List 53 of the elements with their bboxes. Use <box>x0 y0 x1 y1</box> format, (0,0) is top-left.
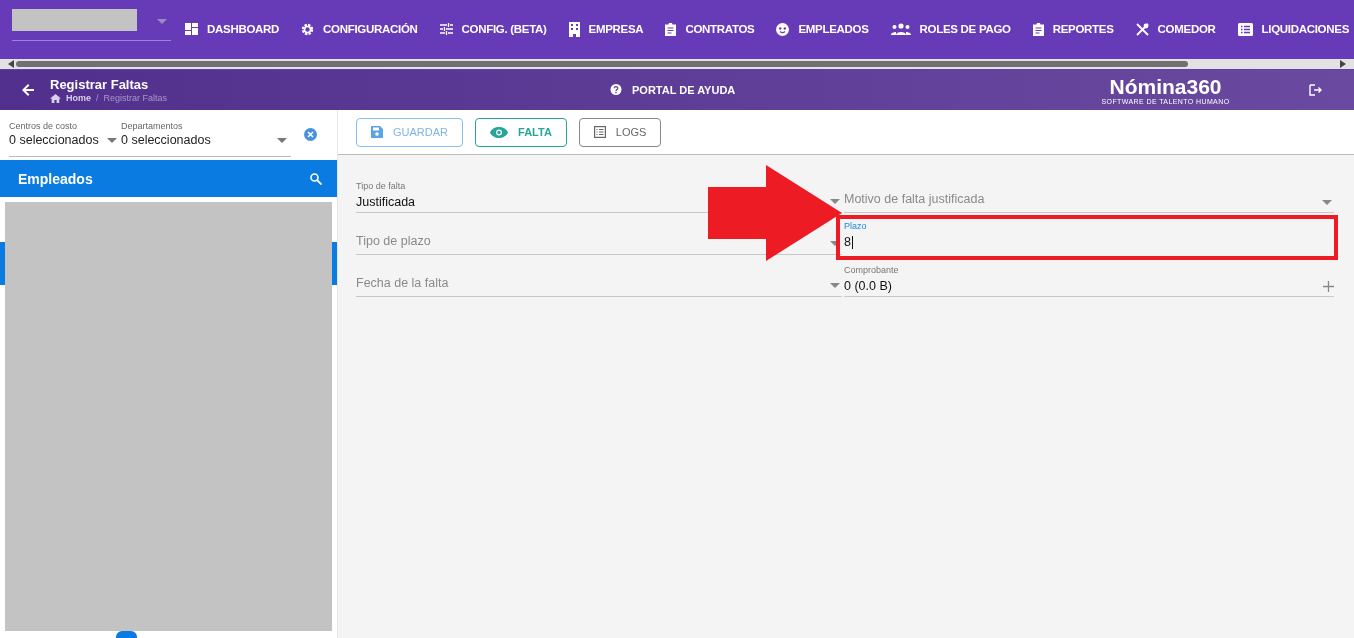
menu-item-icon <box>1237 22 1253 36</box>
nav-menu-item[interactable]: EMPLEADOS <box>776 22 869 36</box>
caret-icon <box>830 283 840 288</box>
add-icon[interactable] <box>1323 280 1334 292</box>
nav-menu-item[interactable]: CONFIG. (BETA) <box>439 23 547 35</box>
caret-icon <box>1322 199 1332 205</box>
menu-item-icon <box>1135 22 1149 36</box>
menu-item-icon <box>890 23 911 35</box>
employees-title: Empleados <box>18 170 93 187</box>
caret-icon <box>157 19 167 24</box>
page-title: Registrar Faltas <box>50 77 150 92</box>
nav-menu-item[interactable]: CONFIGURACIÓN <box>301 22 418 36</box>
breadcrumb-link[interactable]: Home <box>66 93 91 103</box>
nav-menu-item[interactable]: CONTRATOS <box>665 22 755 36</box>
help-icon <box>610 84 622 96</box>
list-icon <box>593 126 606 138</box>
company-select[interactable] <box>12 11 171 41</box>
menu-item-icon <box>185 23 198 35</box>
eye-icon <box>490 126 508 138</box>
input-field[interactable]: Plazo 8 <box>836 215 1338 260</box>
help-portal-link[interactable]: PORTAL DE AYUDA <box>610 84 1098 96</box>
breadcrumb-separator: / <box>96 93 99 103</box>
filter-select[interactable]: Departamentos 0 seleccionados <box>121 121 291 156</box>
menu-item-icon <box>301 22 315 36</box>
nav-menu-item[interactable]: REPORTES <box>1032 22 1114 36</box>
caret-icon <box>830 199 840 204</box>
logs-button[interactable]: LOGS <box>578 117 662 147</box>
search-icon[interactable] <box>310 172 322 185</box>
nav-menu-item[interactable]: DASHBOARD <box>185 23 280 35</box>
menu-item-icon <box>568 21 580 37</box>
scroll-right-icon[interactable] <box>1340 60 1346 68</box>
menu-item-icon <box>1032 22 1044 36</box>
nav-menu-item[interactable]: COMEDOR <box>1135 22 1216 36</box>
caret-icon <box>277 137 287 143</box>
logout-icon[interactable] <box>1309 84 1322 96</box>
scroll-left-icon[interactable] <box>8 60 14 68</box>
nav-menu-item[interactable]: ROLES DE PAGO <box>890 23 1011 35</box>
nav-menu-item[interactable]: EMPRESA <box>568 21 644 37</box>
breadcrumb-current: Registrar Faltas <box>103 93 168 103</box>
scroll-handle[interactable] <box>116 631 137 638</box>
menu-item-icon <box>439 23 453 35</box>
menu-item-icon <box>665 22 677 36</box>
filter-select[interactable]: Centros de costo 0 seleccionados <box>9 121 121 156</box>
menu-item-icon <box>776 22 790 36</box>
caret-icon <box>107 137 117 143</box>
nav-menu-item[interactable]: LIQUIDACIONES <box>1237 22 1349 36</box>
logo-wordmark: Nómina360 <box>1109 75 1222 98</box>
home-icon <box>50 93 61 103</box>
select-field[interactable]: Tipo de falta Justificada <box>356 178 696 212</box>
save-icon <box>371 126 383 138</box>
back-arrow-icon[interactable] <box>22 84 34 96</box>
clear-filters-icon[interactable] <box>304 128 317 141</box>
file-field[interactable]: Comprobante 0 (0.0 B) <box>844 262 1334 297</box>
